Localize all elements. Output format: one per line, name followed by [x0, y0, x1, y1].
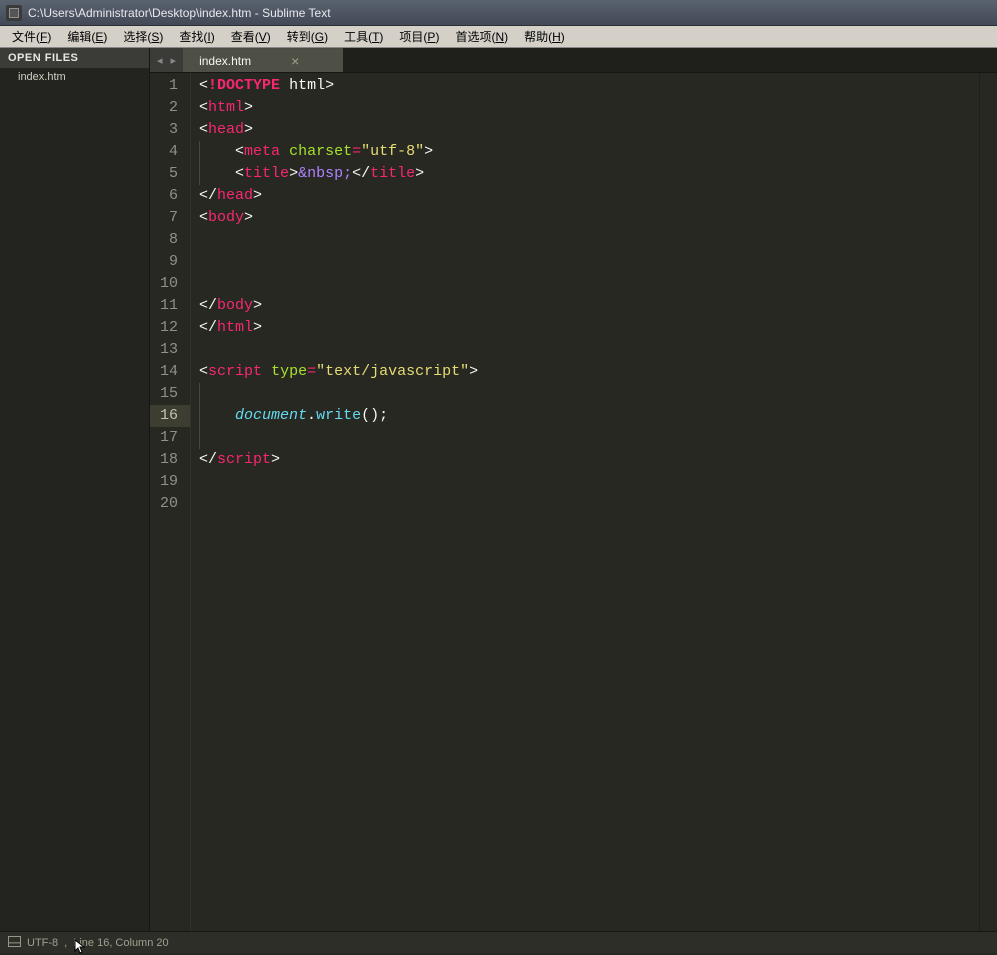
tab-close-icon[interactable]: × — [291, 54, 299, 68]
status-position: Line 16, Column 20 — [73, 937, 168, 949]
menu-bar: 文件(F)编辑(E)选择(S)查找(I)查看(V)转到(G)工具(T)项目(P)… — [0, 26, 997, 48]
tab-label: index.htm — [199, 54, 251, 68]
line-number: 17 — [160, 427, 178, 449]
line-number: 14 — [160, 361, 178, 383]
menu-item-i[interactable]: 查找(I) — [171, 26, 222, 47]
code-line — [199, 427, 979, 449]
tab-bar: ◂ ▸ index.htm × — [150, 48, 997, 73]
code-line: </script> — [199, 449, 979, 471]
app-icon — [6, 5, 22, 21]
tab-nav-prev-icon[interactable]: ◂ — [154, 54, 166, 67]
line-number: 11 — [160, 295, 178, 317]
line-number: 6 — [160, 185, 178, 207]
minimap[interactable] — [979, 73, 997, 931]
code-line: document.write(); — [199, 405, 979, 427]
sidebar-file[interactable]: index.htm — [0, 68, 149, 86]
panel-switcher-icon[interactable] — [8, 936, 21, 950]
sidebar: OPEN FILES index.htm — [0, 48, 150, 931]
line-number: 15 — [160, 383, 178, 405]
code-line: <!DOCTYPE html> — [199, 75, 979, 97]
menu-item-v[interactable]: 查看(V) — [223, 26, 279, 47]
menu-item-s[interactable]: 选择(S) — [115, 26, 171, 47]
line-number-gutter: 1234567891011121314151617181920 — [150, 73, 191, 931]
code-line — [199, 471, 979, 493]
code-line — [199, 229, 979, 251]
window-titlebar: C:\Users\Administrator\Desktop\index.htm… — [0, 0, 997, 26]
code-line: <script type="text/javascript"> — [199, 361, 979, 383]
line-number: 18 — [160, 449, 178, 471]
line-number: 1 — [160, 75, 178, 97]
main-area: OPEN FILES index.htm ◂ ▸ index.htm × 123… — [0, 48, 997, 931]
line-number: 16 — [150, 405, 190, 427]
menu-item-g[interactable]: 转到(G) — [279, 26, 336, 47]
code-line: <html> — [199, 97, 979, 119]
tab-index-htm[interactable]: index.htm × — [183, 48, 343, 72]
line-number: 3 — [160, 119, 178, 141]
status-encoding[interactable]: UTF-8 — [27, 937, 58, 949]
menu-item-e[interactable]: 编辑(E) — [59, 26, 115, 47]
code-line — [199, 493, 979, 515]
code-line: </head> — [199, 185, 979, 207]
line-number: 9 — [160, 251, 178, 273]
menu-item-t[interactable]: 工具(T) — [336, 26, 391, 47]
line-number: 13 — [160, 339, 178, 361]
line-number: 10 — [160, 273, 178, 295]
code-line: <title>&nbsp;</title> — [199, 163, 979, 185]
code-line — [199, 339, 979, 361]
code-line — [199, 383, 979, 405]
menu-item-f[interactable]: 文件(F) — [4, 26, 59, 47]
line-number: 7 — [160, 207, 178, 229]
code-line — [199, 273, 979, 295]
status-bar: UTF-8, Line 16, Column 20 — [0, 931, 997, 953]
line-number: 12 — [160, 317, 178, 339]
sidebar-open-files-header: OPEN FILES — [0, 48, 149, 68]
tab-nav-next-icon[interactable]: ▸ — [168, 54, 180, 67]
tab-nav-arrows: ◂ ▸ — [150, 48, 183, 72]
code-line: </body> — [199, 295, 979, 317]
status-separator: , — [64, 937, 67, 949]
code-line: <body> — [199, 207, 979, 229]
menu-item-h[interactable]: 帮助(H) — [516, 26, 573, 47]
menu-item-p[interactable]: 项目(P) — [391, 26, 447, 47]
window-title: C:\Users\Administrator\Desktop\index.htm… — [28, 6, 331, 20]
line-number: 20 — [160, 493, 178, 515]
code-line — [199, 251, 979, 273]
code-line: </html> — [199, 317, 979, 339]
editor-panel: ◂ ▸ index.htm × 123456789101112131415161… — [150, 48, 997, 931]
menu-item-n[interactable]: 首选项(N) — [447, 26, 516, 47]
code-line: <meta charset="utf-8"> — [199, 141, 979, 163]
code-line: <head> — [199, 119, 979, 141]
code-content[interactable]: <!DOCTYPE html><html><head> <meta charse… — [191, 73, 979, 931]
line-number: 2 — [160, 97, 178, 119]
line-number: 5 — [160, 163, 178, 185]
code-area[interactable]: 1234567891011121314151617181920 <!DOCTYP… — [150, 73, 997, 931]
line-number: 19 — [160, 471, 178, 493]
line-number: 8 — [160, 229, 178, 251]
line-number: 4 — [160, 141, 178, 163]
